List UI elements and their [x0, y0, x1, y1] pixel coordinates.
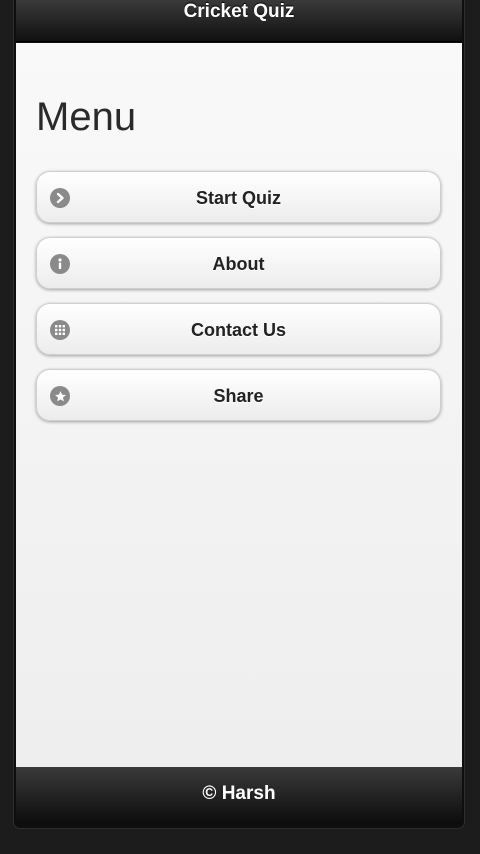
- page-title: Menu: [36, 95, 137, 139]
- start-quiz-label: Start Quiz: [195, 188, 281, 208]
- share-button[interactable]: Share: [36, 369, 441, 421]
- contact-us-label: Contact Us: [190, 320, 286, 340]
- share-label: Share: [213, 386, 264, 406]
- header-bar: Cricket Quiz: [16, 0, 462, 42]
- header-title: Cricket Quiz: [183, 1, 295, 22]
- menu-list: Start Quiz About Contact Us Share: [36, 171, 441, 435]
- start-quiz-button[interactable]: Start Quiz: [36, 171, 441, 223]
- contact-us-button[interactable]: Contact Us: [36, 303, 441, 355]
- footer-bar: © Harsh: [16, 767, 462, 824]
- footer-copyright: © Harsh: [202, 783, 276, 804]
- main-content: Menu Start Quiz About Contact Us Share: [16, 43, 462, 767]
- about-button[interactable]: About: [36, 237, 441, 289]
- about-label: About: [212, 254, 265, 274]
